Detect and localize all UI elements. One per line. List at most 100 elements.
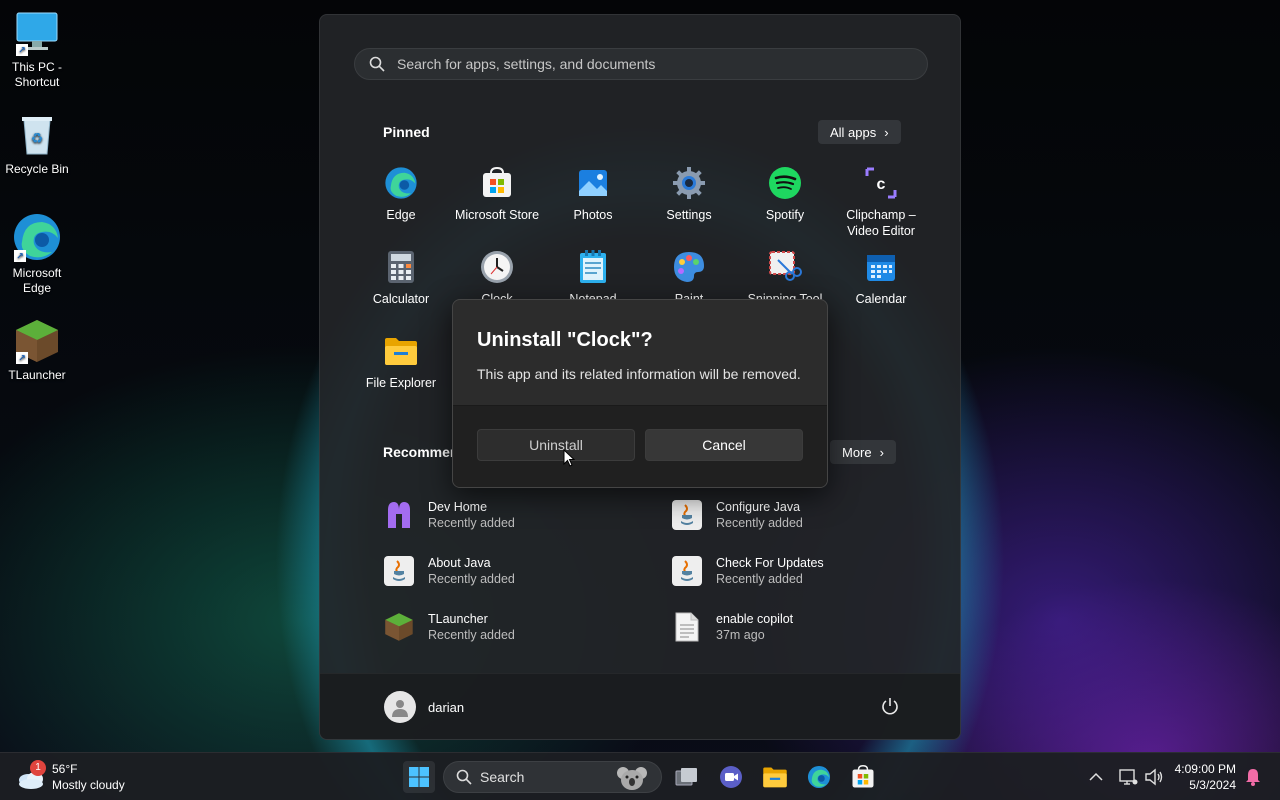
pinned-app-label: Calendar: [855, 292, 907, 306]
user-name: darian: [428, 699, 465, 715]
recommended-title-text: enable copilot: [716, 612, 794, 626]
pinned-app-calculator[interactable]: Calculator: [353, 245, 449, 329]
pinned-app-label: Spotify: [765, 208, 805, 222]
pinned-app-settings[interactable]: Settings: [641, 161, 737, 245]
folder-icon: [383, 333, 419, 369]
power-icon[interactable]: [880, 696, 900, 716]
photos-icon: [575, 165, 611, 201]
teams-icon: [720, 766, 742, 788]
desktop-icon-label: Microsoft Edge: [12, 266, 62, 295]
recommended-sub-text: 37m ago: [716, 628, 765, 642]
weather-widget[interactable]: 1 56°F Mostly cloudy: [16, 760, 125, 793]
recommended-title-text: Dev Home: [428, 500, 488, 514]
task-view-button[interactable]: [671, 761, 703, 793]
show-hidden-icons-button[interactable]: [1081, 761, 1111, 793]
pinned-app-file-explorer[interactable]: File Explorer: [353, 329, 449, 413]
desktop-icon-label: This PC - Shortcut: [11, 60, 62, 89]
pinned-app-photos[interactable]: Photos: [545, 161, 641, 245]
pinned-app-clipchamp[interactable]: c Clipchamp – Video Editor: [833, 161, 929, 245]
taskbar: 1 56°F Mostly cloudy Search 4:09:00 PM 5…: [0, 752, 1280, 800]
uninstall-dialog: Uninstall "Clock"? This app and its rela…: [452, 299, 828, 488]
clock-date: 5/3/2024: [1189, 778, 1236, 792]
taskbar-clock[interactable]: 4:09:00 PM 5/3/2024: [1175, 761, 1236, 793]
recommended-sub-text: Recently added: [428, 572, 515, 586]
chevron-right-icon: ›: [879, 444, 884, 460]
file-explorer-taskbar-button[interactable]: [759, 761, 791, 793]
recommended-item-dev-home[interactable]: Dev Home Recently added: [382, 487, 670, 543]
teams-meet-button[interactable]: [715, 761, 747, 793]
java-icon: [382, 554, 416, 588]
weather-temp: 56°F: [52, 762, 78, 776]
windows-logo-icon: [409, 767, 429, 787]
store-icon: [852, 765, 874, 788]
avatar: [384, 691, 416, 723]
store-taskbar-button[interactable]: [847, 761, 879, 793]
dialog-footer: Uninstall Cancel: [453, 405, 827, 487]
pinned-app-spotify[interactable]: Spotify: [737, 161, 833, 245]
search-icon: [456, 769, 472, 785]
paint-icon: [671, 249, 707, 285]
recommended-title-text: Configure Java: [716, 500, 801, 514]
dev-home-icon: [382, 498, 416, 532]
dialog-message: This app and its related information wil…: [477, 366, 801, 382]
pinned-title: Pinned: [383, 124, 430, 140]
desktop-icon-label: Recycle Bin: [5, 162, 69, 176]
user-account-button[interactable]: darian: [384, 691, 464, 723]
desktop-icon-recycle-bin[interactable]: ♻ Recycle Bin: [4, 112, 70, 177]
recommended-sub-text: Recently added: [716, 516, 803, 530]
search-icon: [369, 56, 385, 72]
uninstall-button[interactable]: Uninstall: [477, 429, 635, 461]
pinned-app-microsoft-store[interactable]: Microsoft Store: [449, 161, 545, 245]
cancel-button[interactable]: Cancel: [645, 429, 803, 461]
recommended-item-configure-java[interactable]: Configure Java Recently added: [670, 487, 922, 543]
all-apps-button[interactable]: All apps ›: [818, 120, 901, 144]
pinned-app-label: Clipchamp – Video Editor: [846, 208, 916, 238]
edge-taskbar-button[interactable]: [803, 761, 835, 793]
pinned-app-label: Calculator: [372, 292, 430, 306]
pinned-app-calendar[interactable]: Calendar: [833, 245, 929, 329]
pinned-app-label: Settings: [666, 208, 712, 222]
recommended-item-about-java[interactable]: About Java Recently added: [382, 543, 670, 599]
recycle-bin-icon: ♻: [14, 112, 60, 158]
weather-desc: Mostly cloudy: [52, 778, 125, 792]
start-search-input[interactable]: Search for apps, settings, and documents: [354, 48, 928, 80]
search-highlight-koala-icon: [617, 767, 647, 790]
start-footer: darian: [320, 673, 960, 739]
recommended-sub-text: Recently added: [428, 516, 515, 530]
pinned-app-edge[interactable]: Edge: [353, 161, 449, 245]
shortcut-arrow-icon: ↗: [16, 352, 28, 364]
clock-icon: [479, 249, 515, 285]
recommended-item-enable-copilot[interactable]: enable copilot 37m ago: [670, 599, 922, 655]
volume-button[interactable]: [1140, 761, 1168, 793]
svg-text:c: c: [877, 176, 886, 193]
recommended-sub-text: Recently added: [428, 628, 515, 642]
desktop-icon-microsoft-edge[interactable]: ↗ Microsoft Edge: [4, 212, 70, 296]
desktop-icon-tlauncher[interactable]: ↗ TLauncher: [4, 318, 70, 383]
edge-icon: ↗: [12, 212, 62, 262]
calculator-icon: [383, 249, 419, 285]
search-placeholder: Search for apps, settings, and documents: [397, 56, 656, 72]
shortcut-arrow-icon: ↗: [16, 44, 28, 56]
recommended-item-check-for-updates[interactable]: Check For Updates Recently added: [670, 543, 922, 599]
desktop-icon-this-pc[interactable]: ↗ This PC - Shortcut: [4, 10, 70, 90]
store-icon: [479, 165, 515, 201]
all-apps-label: All apps: [830, 124, 877, 140]
pinned-app-label: Microsoft Store: [454, 208, 540, 222]
taskbar-search-box[interactable]: Search: [443, 761, 662, 793]
tlauncher-icon: [382, 610, 416, 644]
recommended-title-text: Check For Updates: [716, 556, 824, 570]
bell-icon: [1246, 769, 1260, 786]
folder-icon: [763, 767, 787, 788]
dialog-title: Uninstall "Clock"?: [477, 329, 653, 351]
recommended-sub-text: Recently added: [716, 572, 803, 586]
chevron-up-icon: [1089, 772, 1103, 781]
clipchamp-icon: c: [863, 165, 899, 201]
more-button[interactable]: More ›: [830, 440, 896, 464]
network-button[interactable]: [1114, 761, 1142, 793]
notifications-button[interactable]: [1242, 761, 1264, 793]
taskbar-search-label: Search: [480, 769, 525, 785]
java-icon: [670, 554, 704, 588]
network-icon: [1119, 769, 1138, 785]
start-button[interactable]: [403, 761, 435, 793]
recommended-item-tlauncher[interactable]: TLauncher Recently added: [382, 599, 670, 655]
